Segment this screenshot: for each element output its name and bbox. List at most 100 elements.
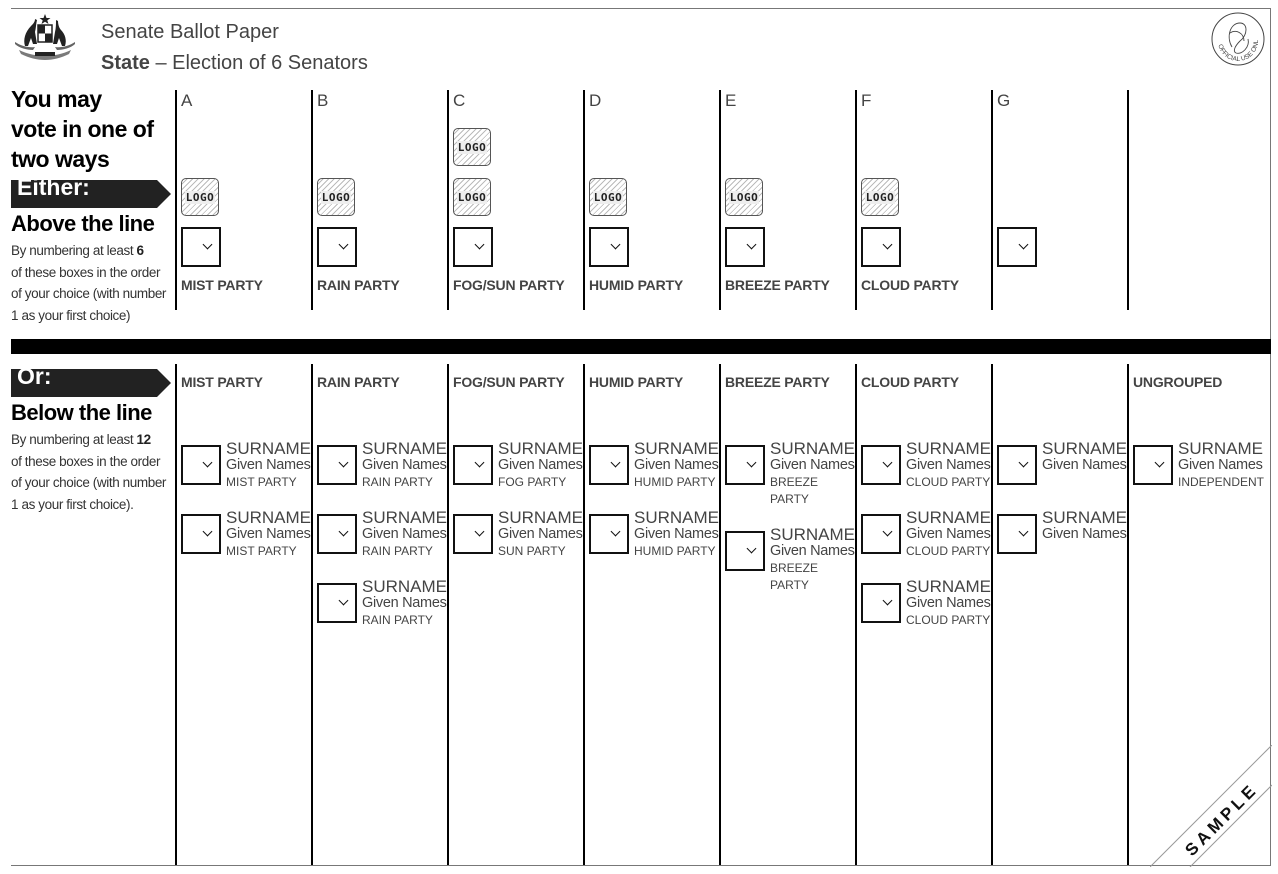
below-line-vote-box[interactable] [453,445,493,485]
party-logo-icon: LOGO [181,178,219,216]
election-label: – Election of 6 Senators [149,52,368,74]
above-line-vote-box-d[interactable] [589,227,629,267]
below-the-line-heading: Below the line [11,400,152,425]
party-name: RAIN PARTY [317,277,400,293]
below-line-vote-box[interactable] [181,445,221,485]
candidate-details: SURNAME Given Names RAIN PARTY [362,509,452,560]
voting-intro: You may vote in one of two ways [11,84,154,174]
instr-text: 1 as your first choice) [11,307,131,323]
candidate-party: CLOUD PARTY [906,475,991,489]
state-label: State [101,52,150,74]
chevron-down-icon [338,239,349,250]
chevron-down-icon [474,239,485,250]
candidate-party: RAIN PARTY [362,475,433,489]
ballot-subtitle: State – Election of 6 Senators [101,52,368,75]
group-party-name: RAIN PARTY [317,374,400,390]
candidate-given-names: Given Names [1178,457,1263,473]
candidate-surname: SURNAME [362,439,448,458]
candidate-details: SURNAME Given Names HUMID PARTY [634,440,724,491]
min-number: 6 [136,243,145,258]
below-line-vote-box[interactable] [997,514,1037,554]
party-name: FOG/SUN PARTY [453,277,565,293]
below-line-vote-box[interactable] [589,445,629,485]
candidate-surname: SURNAME [362,508,448,527]
candidate-surname: SURNAME [906,439,992,458]
below-line-vote-box[interactable] [997,445,1037,485]
group-letter: F [861,91,872,110]
below-line-vote-box[interactable] [861,583,901,623]
chevron-down-icon [202,526,213,537]
either-arrow-banner: Either: [11,174,171,208]
candidate-details: SURNAME Given Names FOG PARTY [498,440,588,491]
chevron-down-icon [338,595,349,606]
below-line-vote-box[interactable] [317,445,357,485]
logo-text: LOGO [864,190,896,204]
candidate-surname: SURNAME [226,508,312,527]
below-line-vote-box[interactable] [725,531,765,571]
chevron-down-icon [746,457,757,468]
group-letter: B [317,91,329,110]
above-line-vote-box-e[interactable] [725,227,765,267]
candidate-given-names: Given Names [906,595,991,611]
chevron-down-icon [1154,457,1165,468]
party-logo-icon: LOGO [453,128,491,166]
column-divider [175,364,177,865]
logo-text: LOGO [456,140,488,154]
either-label: Either: [17,174,90,200]
below-line-vote-box[interactable] [861,445,901,485]
group-letter: A [181,91,193,110]
candidate-given-names: Given Names [634,526,719,542]
candidate-details: SURNAME Given Names HUMID PARTY [634,509,724,560]
or-label: Or: [17,363,52,389]
candidate-surname: SURNAME [770,525,856,544]
chevron-down-icon [202,239,213,250]
chevron-down-icon [474,457,485,468]
instr-text: 1 as your first choice). [11,496,134,512]
coat-of-arms-icon [15,14,75,60]
chevron-down-icon [882,239,893,250]
column-divider [855,90,857,310]
intro-line-2: vote in one of [11,116,154,142]
candidate-party: RAIN PARTY [362,544,433,558]
below-line-vote-box[interactable] [453,514,493,554]
candidate-given-names: Given Names [1042,526,1127,542]
candidate-surname: SURNAME [906,508,992,527]
below-line-vote-box[interactable] [1133,445,1173,485]
below-line-vote-box[interactable] [861,514,901,554]
chevron-down-icon [202,457,213,468]
group-party-name: FOG/SUN PARTY [453,374,565,390]
below-line-vote-box[interactable] [725,445,765,485]
candidate-details: SURNAME Given Names BREEZE PARTY [770,526,860,594]
party-name: MIST PARTY [181,277,263,293]
chevron-down-icon [610,239,621,250]
below-line-vote-box[interactable] [181,514,221,554]
above-line-vote-box-g[interactable] [997,227,1037,267]
below-line-vote-box[interactable] [317,514,357,554]
instr-text: of these boxes in the order [11,264,161,280]
above-line-vote-box-a[interactable] [181,227,221,267]
below-line-vote-box[interactable] [589,514,629,554]
chevron-down-icon [338,457,349,468]
candidate-details: SURNAME Given Names RAIN PARTY [362,578,452,629]
group-party-name: HUMID PARTY [589,374,683,390]
candidate-party: HUMID PARTY [634,544,716,558]
candidate-party: RAIN PARTY [362,613,433,627]
candidate-surname: SURNAME [906,577,992,596]
intro-line-1: You may [11,86,102,112]
logo-text: LOGO [184,190,216,204]
party-logo-icon: LOGO [725,178,763,216]
below-line-vote-box[interactable] [317,583,357,623]
candidate-surname: SURNAME [1042,508,1128,527]
logo-text: LOGO [456,190,488,204]
candidate-surname: SURNAME [226,439,312,458]
above-line-vote-box-c[interactable] [453,227,493,267]
candidate-surname: SURNAME [770,439,856,458]
above-line-vote-box-f[interactable] [861,227,901,267]
group-letter: D [589,91,602,110]
party-name: CLOUD PARTY [861,277,959,293]
candidate-details: SURNAME Given Names BREEZE PARTY [770,440,860,508]
candidate-given-names: Given Names [226,526,311,542]
above-line-vote-box-b[interactable] [317,227,357,267]
chevron-down-icon [1018,457,1029,468]
candidate-details: SURNAME Given Names CLOUD PARTY [906,440,996,491]
